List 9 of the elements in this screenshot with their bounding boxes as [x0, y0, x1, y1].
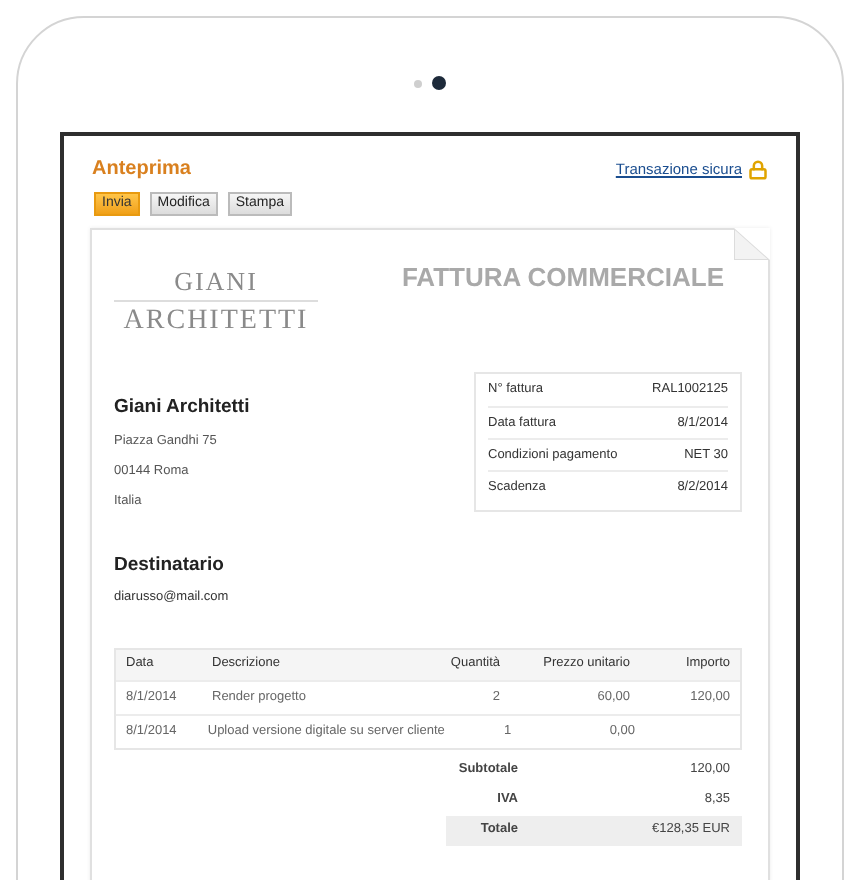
sensor-icon [414, 79, 422, 87]
recipient-title: Destinatario [114, 551, 226, 579]
sender-name: Giani Architetti [114, 394, 250, 422]
invoice-title: FATTURA COMMERCIALE [401, 262, 724, 296]
page-title: Anteprima [90, 156, 191, 184]
camera-icon [432, 76, 446, 90]
logo-text: GIANI [174, 266, 258, 298]
logo-text: ARCHITETTI [123, 304, 309, 338]
lock-icon [748, 159, 768, 179]
